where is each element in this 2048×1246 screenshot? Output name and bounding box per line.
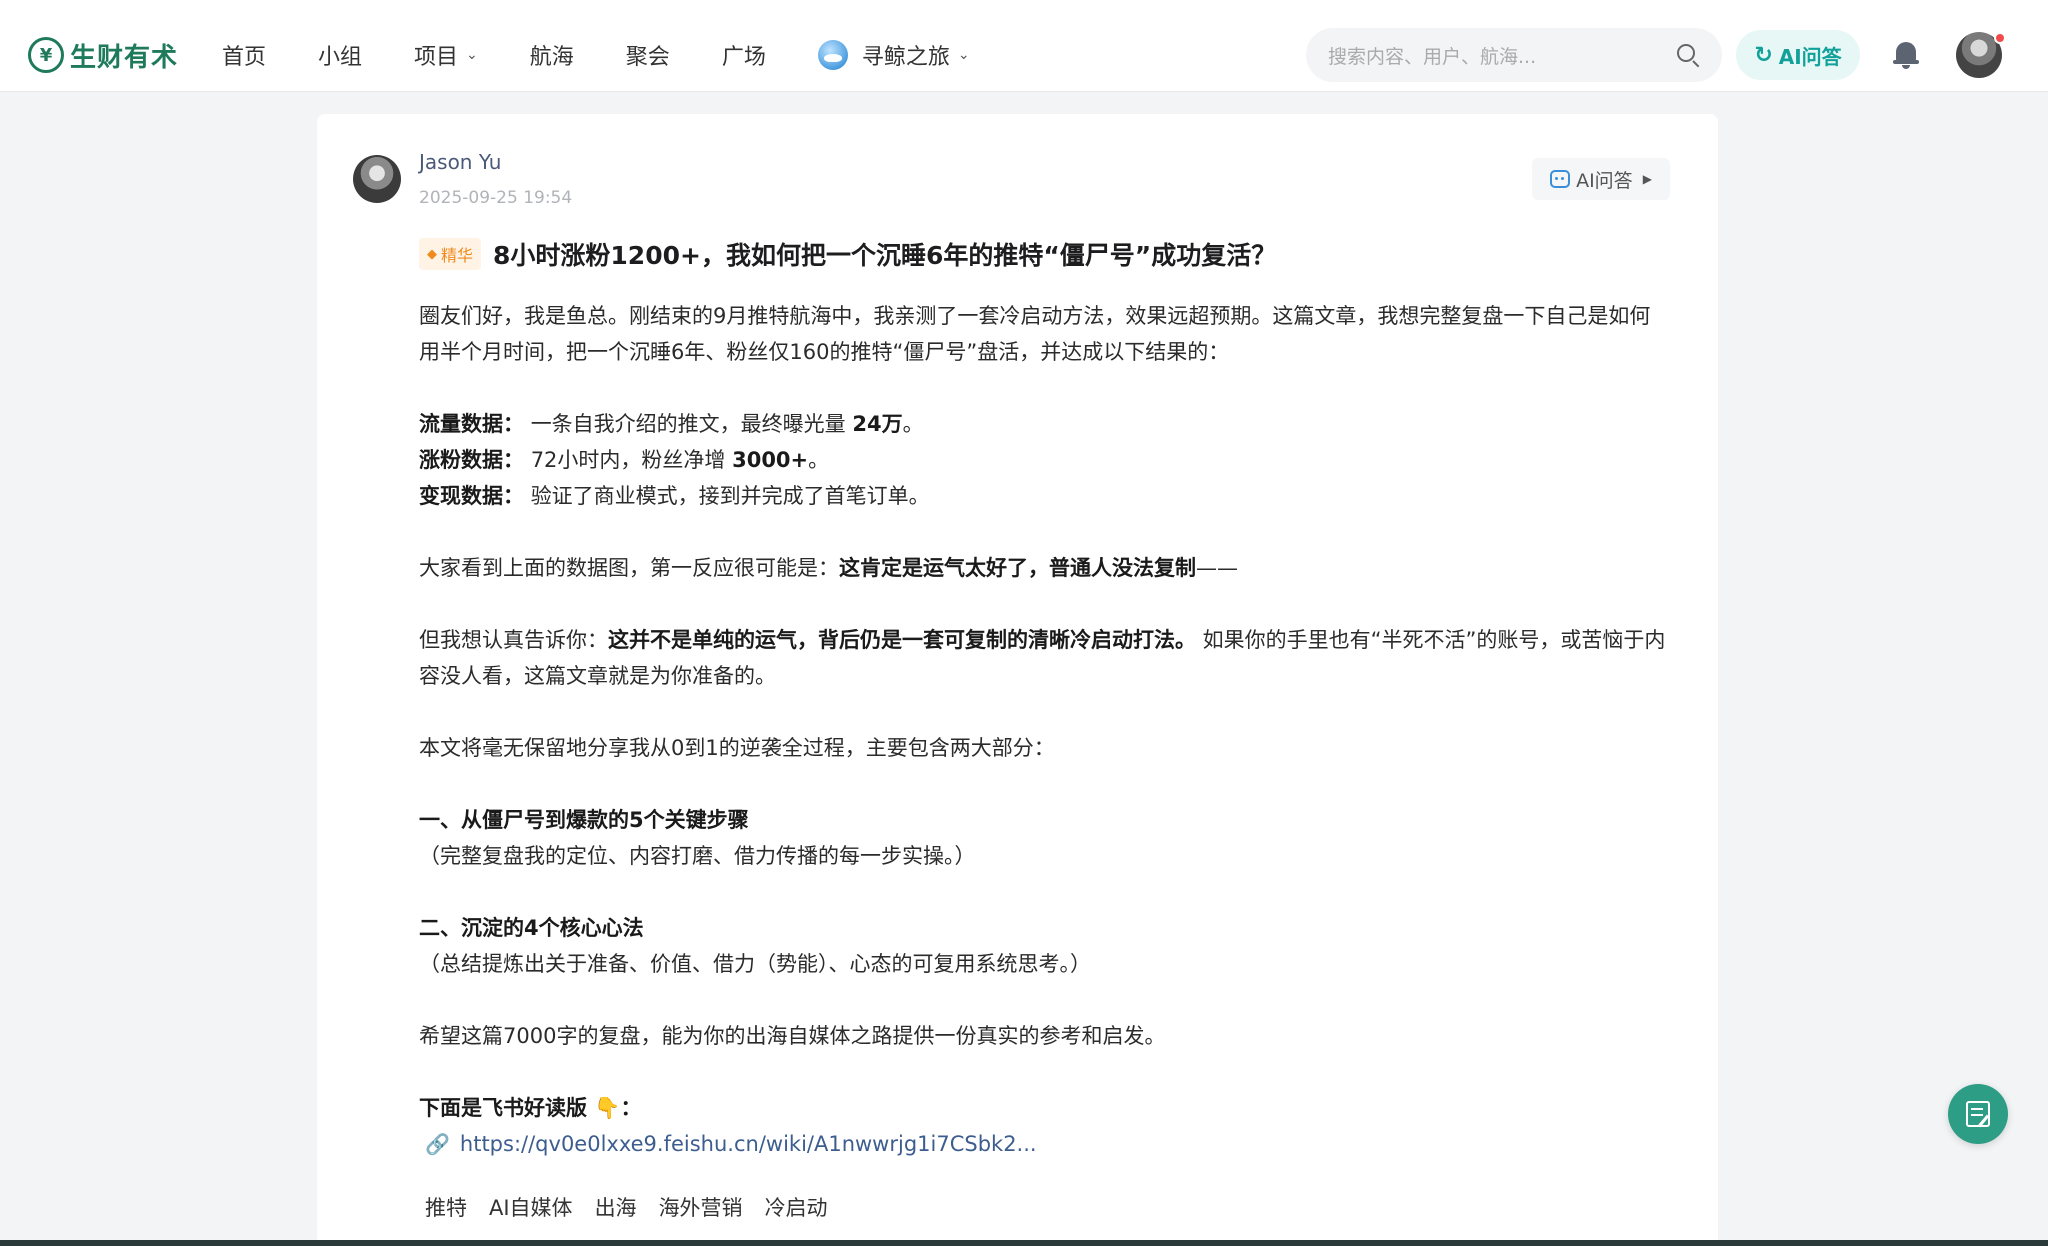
stat-text: 一条自我介绍的推文，最终曝光量 xyxy=(530,412,853,436)
chevron-down-icon: ⌄ xyxy=(957,47,970,63)
nav-item-label: 项目 xyxy=(414,45,459,70)
tag[interactable]: 冷启动 xyxy=(765,1192,828,1222)
text-span: —— xyxy=(1196,556,1238,580)
tag[interactable]: 推特 xyxy=(425,1192,467,1222)
bold-span: 这并不是单纯的运气，背后仍是一套可复制的清晰冷启动打法。 xyxy=(608,628,1196,652)
stat-label: 涨粉数据： xyxy=(419,448,524,472)
tag[interactable]: 出海 xyxy=(595,1192,637,1222)
logo-text: 生财有术 xyxy=(70,42,179,73)
paragraph: 希望这篇7000字的复盘，能为你的出海自媒体之路提供一份真实的参考和启发。 xyxy=(419,1024,1166,1048)
tag[interactable]: 海外营销 xyxy=(659,1192,743,1222)
notification-dot xyxy=(1994,32,2006,44)
nav-item-home[interactable]: 首页 xyxy=(222,39,266,71)
site-logo[interactable]: ¥ 生财有术 xyxy=(28,36,178,74)
post-timestamp: 2025-09-25 19:54 xyxy=(419,188,573,208)
author-avatar[interactable] xyxy=(353,155,401,203)
link-icon: 🔗 xyxy=(425,1132,450,1156)
whale-icon xyxy=(817,40,848,70)
stat-label: 变现数据： xyxy=(419,484,524,508)
stat-line: 涨粉数据： 72小时内，粉丝净增 3000+。 xyxy=(419,442,1669,478)
tag[interactable]: AI自媒体 xyxy=(489,1192,573,1222)
diamond-icon: ◆ xyxy=(427,246,437,262)
edit-icon xyxy=(1966,1101,1990,1127)
bell-icon[interactable] xyxy=(1892,40,1920,70)
feishu-label: 下面是飞书好读版 👇： xyxy=(419,1096,642,1120)
stat-value: 3000+ xyxy=(732,448,809,472)
paragraph: 大家看到上面的数据图，第一反应很可能是：这肯定是运气太好了，普通人没法复制—— xyxy=(419,550,1669,586)
section-1-desc: （完整复盘我的定位、内容打磨、借力传播的每一步实操。） xyxy=(419,844,976,868)
article-card: Jason Yu 2025-09-25 19:54 AI问答 ▶ ◆ 精华 8小… xyxy=(317,114,1718,1246)
tag-list: 推特 AI自媒体 出海 海外营销 冷启动 xyxy=(425,1192,850,1222)
chevron-down-icon: ⌄ xyxy=(466,47,478,63)
ai-qa-button[interactable]: ↻ AI问答 xyxy=(1736,30,1860,80)
paragraph: 本文将毫无保留地分享我从0到1的逆袭全过程，主要包含两大部分： xyxy=(419,736,1055,760)
section-2-desc: （总结提炼出关于准备、价值、借力（势能）、心态的可复用系统思考。） xyxy=(419,952,1091,976)
search-icon[interactable] xyxy=(1676,43,1700,68)
main-nav: 首页 小组 项目 ⌄ 航海 聚会 广场 寻鲸之旅 ⌄ xyxy=(222,36,1022,74)
stat-end: 。 xyxy=(808,448,830,472)
intro-paragraph: 圈友们好，我是鱼总。刚结束的9月推特航海中，我亲测了一套冷启动方法，效果远超预期… xyxy=(419,304,1651,364)
post-title: 8小时涨粉1200+，我如何把一个沉睡6年的推特“僵尸号”成功复活？ xyxy=(493,241,1277,270)
nav-item-square[interactable]: 广场 xyxy=(722,39,766,71)
stat-line: 流量数据： 一条自我介绍的推文，最终曝光量 24万。 xyxy=(419,406,1669,442)
author-name[interactable]: Jason Yu xyxy=(419,150,501,174)
ai-ask-button[interactable]: AI问答 ▶ xyxy=(1532,158,1670,200)
nav-item-whale-journey[interactable]: 寻鲸之旅 ⌄ xyxy=(817,39,970,71)
bold-span: 这肯定是运气太好了，普通人没法复制 xyxy=(839,556,1196,580)
stat-text: 验证了商业模式，接到并完成了首笔订单。 xyxy=(530,484,930,508)
ai-ask-label: AI问答 xyxy=(1576,169,1633,192)
stat-value: 24万 xyxy=(852,412,903,436)
featured-badge: ◆ 精华 xyxy=(419,238,482,270)
top-navbar: ¥ 生财有术 首页 小组 项目 ⌄ 航海 聚会 广场 寻鲸之旅 ⌄ 搜索内容、用… xyxy=(0,0,2048,92)
link-text[interactable]: https://qv0e0lxxe9.feishu.cn/wiki/A1nwwr… xyxy=(460,1126,1037,1162)
text-span: 但我想认真告诉你： xyxy=(419,628,608,652)
ai-refresh-icon: ↻ xyxy=(1754,42,1773,68)
badge-label: 精华 xyxy=(441,246,474,265)
nav-item-groups[interactable]: 小组 xyxy=(318,39,362,71)
nav-item-projects[interactable]: 项目 ⌄ xyxy=(414,39,478,71)
post-body: 圈友们好，我是鱼总。刚结束的9月推特航海中，我亲测了一套冷启动方法，效果远超预期… xyxy=(419,298,1669,1162)
stat-label: 流量数据： xyxy=(419,412,524,436)
nav-item-voyage[interactable]: 航海 xyxy=(530,39,574,71)
section-1-title: 一、从僵尸号到爆款的5个关键步骤 xyxy=(419,808,749,832)
ai-robot-icon xyxy=(1550,170,1571,188)
search-bar[interactable]: 搜索内容、用户、航海... xyxy=(1306,28,1722,82)
section-2-title: 二、沉淀的4个核心心法 xyxy=(419,916,644,940)
stat-line: 变现数据： 验证了商业模式，接到并完成了首笔订单。 xyxy=(419,478,1669,514)
search-input[interactable]: 搜索内容、用户、航海... xyxy=(1328,42,1676,69)
title-row: ◆ 精华 8小时涨粉1200+，我如何把一个沉睡6年的推特“僵尸号”成功复活？ xyxy=(419,236,1276,272)
paragraph: 但我想认真告诉你：这并不是单纯的运气，背后仍是一套可复制的清晰冷启动打法。 如果… xyxy=(419,622,1669,694)
feishu-link[interactable]: 🔗 https://qv0e0lxxe9.feishu.cn/wiki/A1nw… xyxy=(419,1126,1669,1162)
write-post-button[interactable] xyxy=(1948,1084,2008,1144)
ai-qa-label: AI问答 xyxy=(1778,44,1842,69)
stat-end: 。 xyxy=(902,412,924,436)
stat-text: 72小时内，粉丝净增 xyxy=(530,448,733,472)
bottom-strip xyxy=(0,1240,2048,1246)
text-span: 大家看到上面的数据图，第一反应很可能是： xyxy=(419,556,839,580)
caret-right-icon: ▶ xyxy=(1642,172,1652,186)
logo-icon: ¥ xyxy=(28,37,64,73)
nav-item-label: 寻鲸之旅 xyxy=(861,45,950,70)
nav-item-meetups[interactable]: 聚会 xyxy=(626,39,670,71)
